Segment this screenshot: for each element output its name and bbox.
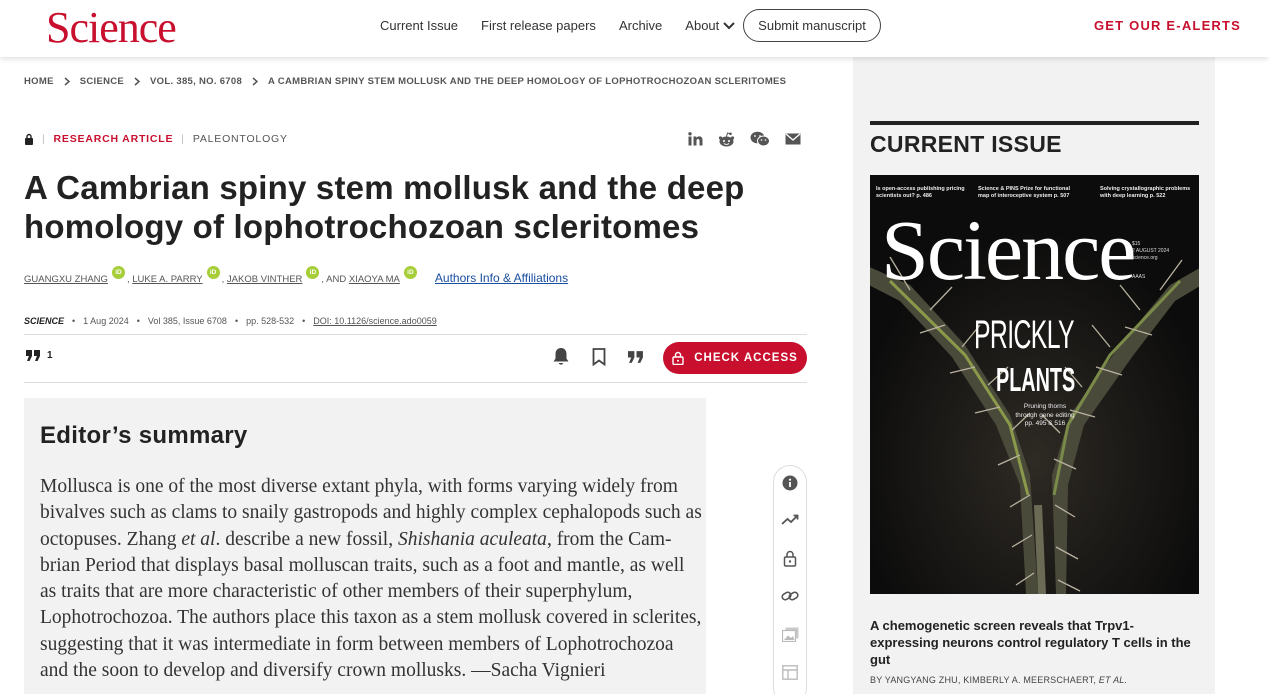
citation-line: SCIENCE • 1 Aug 2024 • Vol 385, Issue 67… <box>24 316 437 326</box>
info-icon[interactable] <box>774 475 806 491</box>
chevron-right-icon <box>64 77 70 86</box>
cover-image[interactable]: Is open-access publishing pricing scient… <box>870 175 1199 594</box>
volume-issue: Vol 385, Issue 6708 <box>147 316 227 326</box>
cover-headline: PLANTS <box>996 361 1076 398</box>
linkedin-icon[interactable] <box>688 132 703 146</box>
access-lock-icon[interactable] <box>774 550 806 567</box>
share-bar <box>688 131 816 147</box>
cover-date: 2 AUGUST 2024 <box>1132 248 1170 254</box>
article-meta: | RESEARCH ARTICLE | PALEONTOLOGY <box>24 133 288 145</box>
author-list: GUANGXU ZHANG iD , LUKE A. PARRY iD , JA… <box>24 266 568 285</box>
science-logo[interactable]: Science <box>46 4 177 52</box>
metrics-icon[interactable] <box>774 514 806 526</box>
featured-article-link[interactable]: A chemogenetic screen reveals that Trpv1… <box>870 617 1200 668</box>
cover-subline: Pruning thorns through gene editing pp. … <box>1015 403 1075 427</box>
summary-etal: et al <box>181 528 216 550</box>
orcid-icon[interactable]: iD <box>306 266 320 279</box>
divider: | <box>42 133 46 145</box>
editors-summary: Editor’s summary Mollusca is one of the … <box>24 398 706 694</box>
cover-headline: PRICKLY <box>974 313 1075 357</box>
main-nav: Current Issue First release papers Archi… <box>380 18 758 33</box>
page-range: pp. 528-532 <box>246 316 295 326</box>
breadcrumb: HOME SCIENCE VOL. 385, NO. 6708 A CAMBRI… <box>24 76 786 87</box>
bell-icon[interactable] <box>552 347 570 366</box>
divider: | <box>181 133 185 145</box>
orcid-icon[interactable]: iD <box>111 266 125 279</box>
article-type[interactable]: RESEARCH ARTICLE <box>54 133 174 145</box>
chevron-right-icon <box>252 77 259 86</box>
cover-site: science.org <box>1132 255 1158 261</box>
link-icon[interactable] <box>774 590 806 602</box>
citation-count-value: 1 <box>47 350 53 361</box>
cover-logo: Science <box>881 202 1136 298</box>
divider-line <box>24 382 807 383</box>
orcid-icon[interactable]: iD <box>403 266 417 279</box>
bullet: • <box>302 316 306 326</box>
author-link[interactable]: GUANGXU ZHANG <box>24 274 108 285</box>
cover-teaser: Science & PINS Prize for functional map … <box>978 186 1070 199</box>
bullet: • <box>136 316 140 326</box>
e-alerts-link[interactable]: GET OUR E-ALERTS <box>1094 18 1241 33</box>
byline-authors: BY YANGYANG ZHU, KIMBERLY A. MEERSCHAERT… <box>870 675 1099 685</box>
summary-heading: Editor’s summary <box>40 422 248 449</box>
cover-teaser: Solving crystallographic problems with d… <box>1100 186 1191 199</box>
doi-link[interactable]: DOI: 10.1126/science.ado0059 <box>313 316 436 326</box>
current-issue-heading: CURRENT ISSUE <box>870 131 1062 157</box>
summary-species: Shishania aculeata <box>397 528 547 550</box>
site-header: Science Current Issue First release pape… <box>0 0 1269 57</box>
summary-text-3: , from the Cam­brian Period that display… <box>40 528 702 682</box>
lock-icon <box>672 351 684 365</box>
section-rule <box>870 121 1199 125</box>
bullet: • <box>234 316 239 326</box>
submit-manuscript-button[interactable]: Submit manuscript <box>743 9 881 42</box>
author-separator: , AND <box>321 274 349 285</box>
citation-count[interactable]: 1 <box>26 350 53 361</box>
nav-archive[interactable]: Archive <box>619 18 662 33</box>
divider-line <box>24 334 807 335</box>
breadcrumb-volume[interactable]: VOL. 385, NO. 6708 <box>150 76 242 87</box>
cite-icon[interactable] <box>628 350 644 363</box>
article-title: A Cambrian spiny stem mollusk and the de… <box>24 169 745 245</box>
chevron-right-icon <box>134 77 141 86</box>
byline-etal: ET AL. <box>1098 675 1128 685</box>
quote-icon <box>26 350 40 361</box>
tables-icon[interactable] <box>774 665 806 680</box>
reddit-icon[interactable] <box>718 131 735 147</box>
article-tools <box>773 465 807 694</box>
check-access-label: CHECK ACCESS <box>694 352 798 364</box>
orcid-icon[interactable]: iD <box>206 266 220 279</box>
cover-price: $15 <box>1132 241 1141 247</box>
check-access-button[interactable]: CHECK ACCESS <box>663 342 807 374</box>
lock-icon <box>25 133 33 145</box>
nav-current-issue[interactable]: Current Issue <box>380 18 458 33</box>
bullet: • <box>72 316 76 326</box>
nav-about-label: About <box>685 18 720 33</box>
summary-text-2: . describe a new fossil, <box>215 528 398 550</box>
article-subject[interactable]: PALEONTOLOGY <box>193 133 288 145</box>
breadcrumb-article: A CAMBRIAN SPINY STEM MOLLUSK AND THE DE… <box>268 76 787 87</box>
author-link[interactable]: LUKE A. PARRY <box>132 274 202 285</box>
breadcrumb-science[interactable]: SCIENCE <box>80 76 124 87</box>
email-icon[interactable] <box>785 133 801 145</box>
journal-name: SCIENCE <box>24 316 65 326</box>
publish-date: 1 Aug 2024 <box>83 316 129 326</box>
article-actions <box>552 347 666 366</box>
breadcrumb-home[interactable]: HOME <box>24 76 54 87</box>
cover-meta: $15 2 AUGUST 2024 science.org AAAS <box>1132 241 1169 281</box>
nav-about[interactable]: About <box>685 18 735 33</box>
bookmark-icon[interactable] <box>592 347 606 366</box>
nav-first-release[interactable]: First release papers <box>481 18 596 33</box>
affiliations-link[interactable]: Authors Info & Affiliations <box>435 271 568 285</box>
author-link[interactable]: XIAOYA MA <box>349 274 400 285</box>
summary-text: Mollusca is one of the most diverse exta… <box>40 474 702 684</box>
figures-icon[interactable] <box>774 627 806 642</box>
wechat-icon[interactable] <box>750 131 770 147</box>
author-link[interactable]: JAKOB VINTHER <box>227 274 303 285</box>
chevron-down-icon <box>723 21 735 29</box>
cover-teaser: Is open-access publishing pricing scient… <box>876 186 965 199</box>
featured-article-byline: BY YANGYANG ZHU, KIMBERLY A. MEERSCHAERT… <box>870 675 1127 685</box>
aaas-logo: AAAS <box>1132 274 1146 280</box>
